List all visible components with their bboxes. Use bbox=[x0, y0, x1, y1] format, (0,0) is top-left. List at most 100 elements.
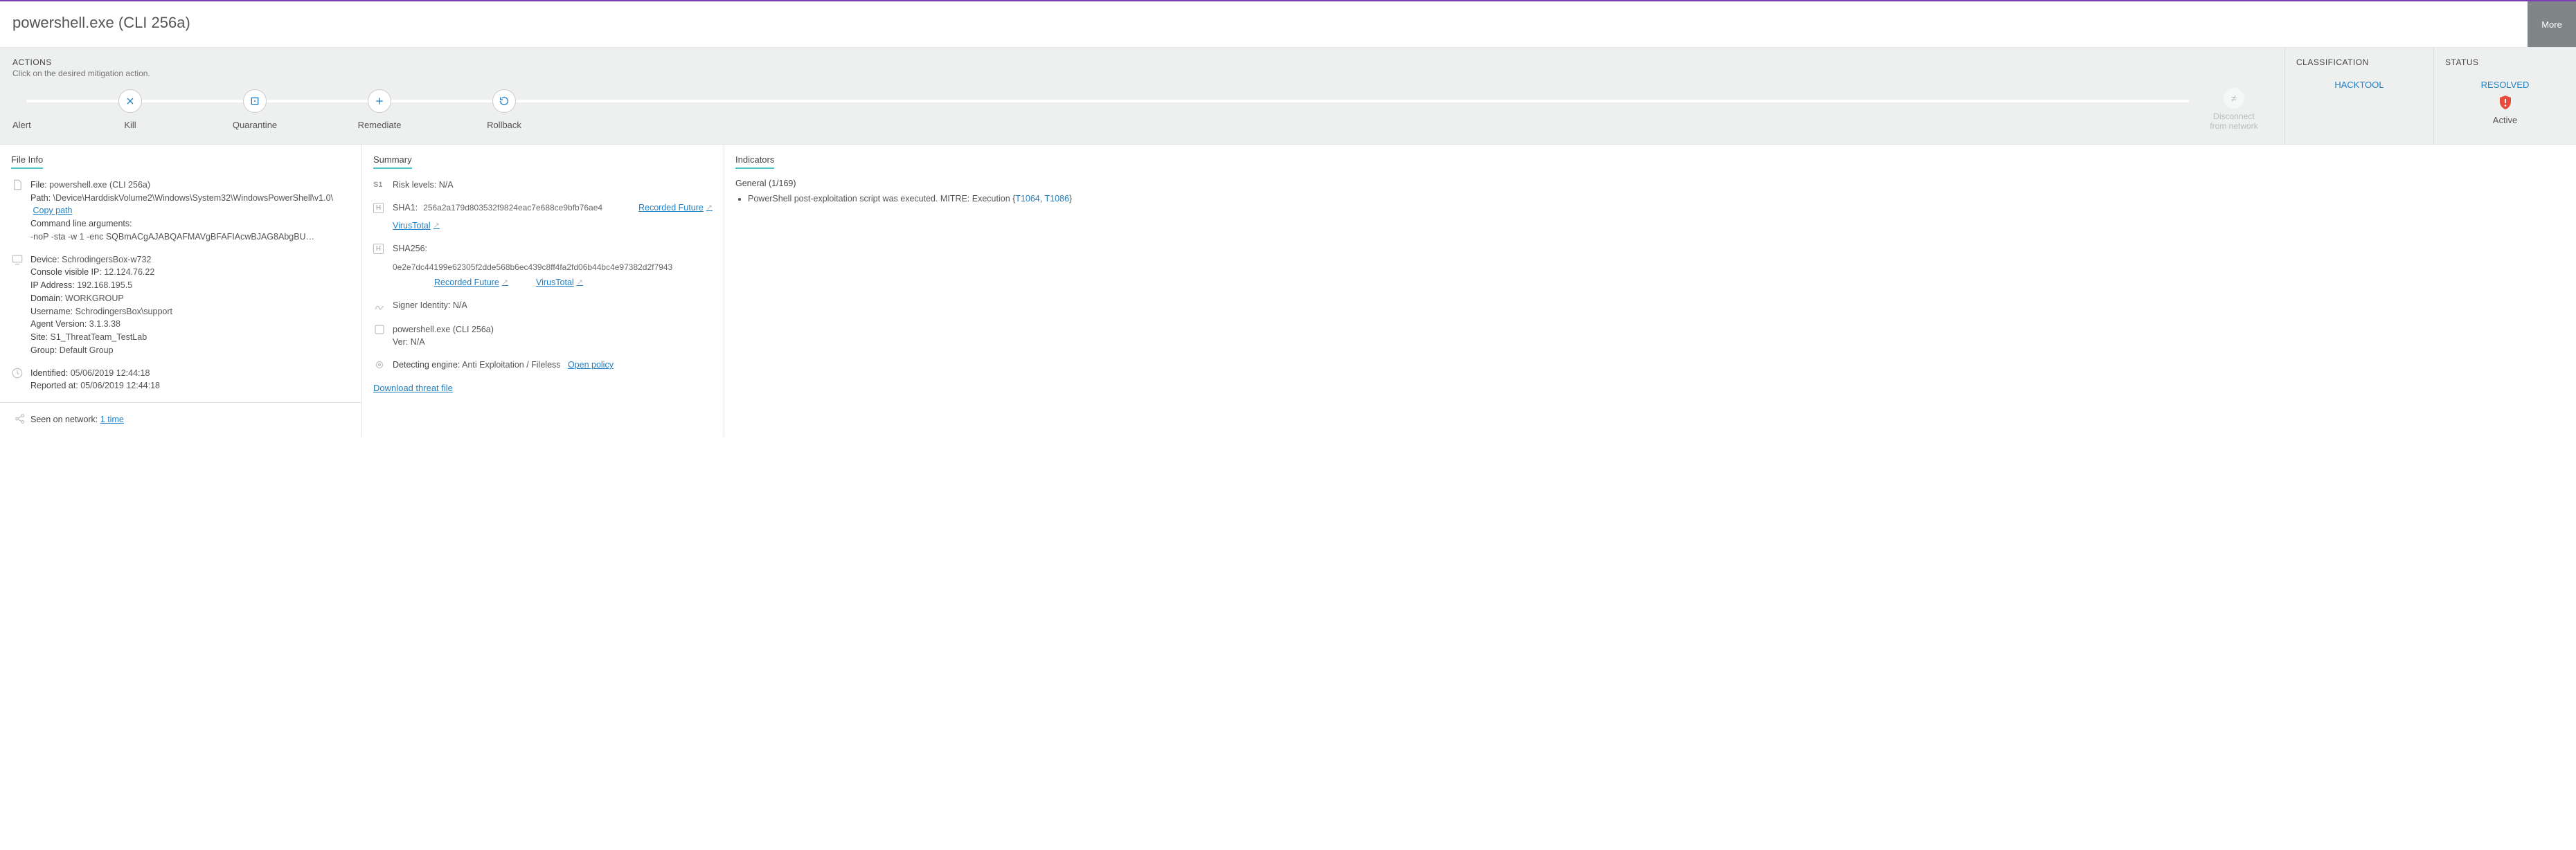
network-icon bbox=[11, 413, 30, 427]
sha1-recorded-future-link[interactable]: Recorded Future↗ bbox=[638, 201, 713, 215]
disconnect-label-1: Disconnect bbox=[2210, 111, 2257, 121]
site-value: S1_ThreatTeam_TestLab bbox=[51, 332, 147, 342]
engine-value: Anti Exploitation / Fileless bbox=[462, 360, 560, 370]
ver-value: N/A bbox=[411, 337, 425, 347]
signer-value: N/A bbox=[453, 300, 467, 310]
indicators-column: Indicators General (1/169) PowerShell po… bbox=[724, 145, 2576, 437]
status-title: STATUS bbox=[2445, 57, 2565, 67]
reported-label: Reported at: bbox=[30, 381, 78, 390]
classification-value[interactable]: HACKTOOL bbox=[2334, 80, 2383, 90]
indicator-close: } bbox=[1069, 194, 1072, 204]
summary-title: Summary bbox=[373, 154, 412, 169]
download-threat-link[interactable]: Download threat file bbox=[373, 383, 453, 393]
seen-label: Seen on network: bbox=[30, 415, 98, 424]
sha256-recorded-future-link[interactable]: Recorded Future↗ bbox=[434, 276, 508, 289]
action-alert[interactable]: Alert bbox=[12, 89, 68, 130]
action-remediate[interactable]: Remediate bbox=[317, 89, 442, 130]
ip-value: 192.168.195.5 bbox=[77, 280, 132, 290]
signer-icon bbox=[373, 299, 393, 314]
domain-value: WORKGROUP bbox=[65, 293, 124, 303]
username-label: Username: bbox=[30, 307, 73, 316]
site-label: Site: bbox=[30, 332, 48, 342]
file-info-title: File Info bbox=[11, 154, 43, 169]
risk-label: Risk levels: bbox=[393, 180, 436, 190]
hash-icon: H bbox=[373, 201, 393, 233]
actions-panel: ACTIONS Click on the desired mitigation … bbox=[0, 48, 2285, 144]
agent-label: Agent Version: bbox=[30, 319, 87, 329]
disconnect-label-2: from network bbox=[2210, 121, 2257, 131]
reported-value: 05/06/2019 12:44:18 bbox=[80, 381, 160, 390]
path-label: Path: bbox=[30, 193, 51, 203]
summary-column: Summary S1 Risk levels: N/A H SHA1: 256a… bbox=[362, 145, 724, 437]
ver-label: Ver: bbox=[393, 337, 408, 347]
sha1-label: SHA1: bbox=[393, 201, 418, 215]
quarantine-icon bbox=[243, 89, 267, 113]
sha256-value: 0e2e7dc44199e62305f2dde568b6ec439c8ff4fa… bbox=[393, 261, 672, 273]
open-policy-link[interactable]: Open policy bbox=[568, 360, 614, 370]
status-caption: Active bbox=[2493, 115, 2517, 125]
action-quarantine-label: Quarantine bbox=[233, 120, 277, 130]
status-value[interactable]: RESOLVED bbox=[2481, 80, 2530, 90]
s1-icon: S1 bbox=[373, 179, 393, 192]
file-value: powershell.exe (CLI 256a) bbox=[49, 180, 150, 190]
kill-icon bbox=[118, 89, 142, 113]
identified-value: 05/06/2019 12:44:18 bbox=[71, 368, 150, 378]
details-area: File Info File: powershell.exe (CLI 256a… bbox=[0, 144, 2576, 437]
action-kill[interactable]: Kill bbox=[68, 89, 193, 130]
sha256-virustotal-link[interactable]: VirusTotal↗ bbox=[536, 276, 583, 289]
action-kill-label: Kill bbox=[124, 120, 136, 130]
status-panel: STATUS RESOLVED Active bbox=[2434, 48, 2576, 144]
action-remediate-label: Remediate bbox=[358, 120, 402, 130]
file-info-column: File Info File: powershell.exe (CLI 256a… bbox=[0, 145, 362, 437]
remediate-icon bbox=[368, 89, 391, 113]
ip-label: IP Address: bbox=[30, 280, 75, 290]
signer-label: Signer Identity: bbox=[393, 300, 450, 310]
device-value: SchrodingersBox-w732 bbox=[62, 255, 151, 264]
product-name: powershell.exe (CLI 256a) bbox=[393, 323, 713, 336]
domain-label: Domain: bbox=[30, 293, 63, 303]
cmd-value: -noP -sta -w 1 -enc SQBmACgAJABQAFMAVgBF… bbox=[30, 230, 350, 244]
clock-icon bbox=[11, 367, 30, 393]
classification-panel: CLASSIFICATION HACKTOOL bbox=[2285, 48, 2434, 144]
external-link-icon: ↗ bbox=[706, 202, 713, 214]
device-label: Device: bbox=[30, 255, 60, 264]
sha256-label: SHA256: bbox=[393, 242, 427, 255]
more-button[interactable]: More bbox=[2528, 1, 2576, 47]
external-link-icon: ↗ bbox=[433, 220, 440, 232]
sha1-virustotal-link[interactable]: VirusTotal↗ bbox=[393, 219, 440, 233]
shield-alert-icon bbox=[2497, 94, 2514, 111]
indicator-item: PowerShell post-exploitation script was … bbox=[748, 194, 2565, 204]
seen-value-link[interactable]: 1 time bbox=[100, 415, 124, 424]
cmd-label: Command line arguments: bbox=[30, 219, 132, 228]
action-quarantine[interactable]: Quarantine bbox=[193, 89, 317, 130]
external-link-icon: ↗ bbox=[577, 277, 583, 289]
engine-label: Detecting engine: bbox=[393, 360, 460, 370]
file-label: File: bbox=[30, 180, 47, 190]
action-alert-label: Alert bbox=[12, 120, 31, 130]
identified-label: Identified: bbox=[30, 368, 68, 378]
console-ip-value: 12.124.76.22 bbox=[104, 267, 154, 277]
actions-title: ACTIONS bbox=[12, 57, 2272, 67]
page-header: powershell.exe (CLI 256a) More bbox=[0, 0, 2576, 47]
action-rollback-label: Rollback bbox=[487, 120, 521, 130]
sha1-value: 256a2a179d803532f9824eac7e688ce9bfb76ae4 bbox=[423, 201, 602, 214]
group-label: Group: bbox=[30, 345, 57, 355]
indicators-title: Indicators bbox=[735, 154, 774, 169]
mitre-t1086-link[interactable]: T1086 bbox=[1044, 194, 1068, 204]
action-disconnect: ≠ Disconnect from network bbox=[2196, 88, 2272, 132]
hash-icon: H bbox=[373, 242, 393, 289]
external-link-icon: ↗ bbox=[502, 277, 508, 289]
actions-row: Alert Kill Quarantine Remediate bbox=[12, 88, 2272, 132]
copy-path-link[interactable]: Copy path bbox=[33, 206, 72, 215]
path-value: \Device\HarddiskVolume2\Windows\System32… bbox=[53, 193, 333, 203]
device-icon bbox=[11, 253, 30, 357]
actions-subtitle: Click on the desired mitigation action. bbox=[12, 69, 2272, 78]
group-value: Default Group bbox=[60, 345, 114, 355]
action-rollback[interactable]: Rollback bbox=[442, 89, 566, 130]
indicator-text: PowerShell post-exploitation script was … bbox=[748, 194, 1015, 204]
rollback-icon bbox=[492, 89, 516, 113]
action-bar: ACTIONS Click on the desired mitigation … bbox=[0, 47, 2576, 144]
username-value: SchrodingersBox\support bbox=[75, 307, 172, 316]
risk-value: N/A bbox=[439, 180, 454, 190]
mitre-t1064-link[interactable]: T1064 bbox=[1015, 194, 1039, 204]
